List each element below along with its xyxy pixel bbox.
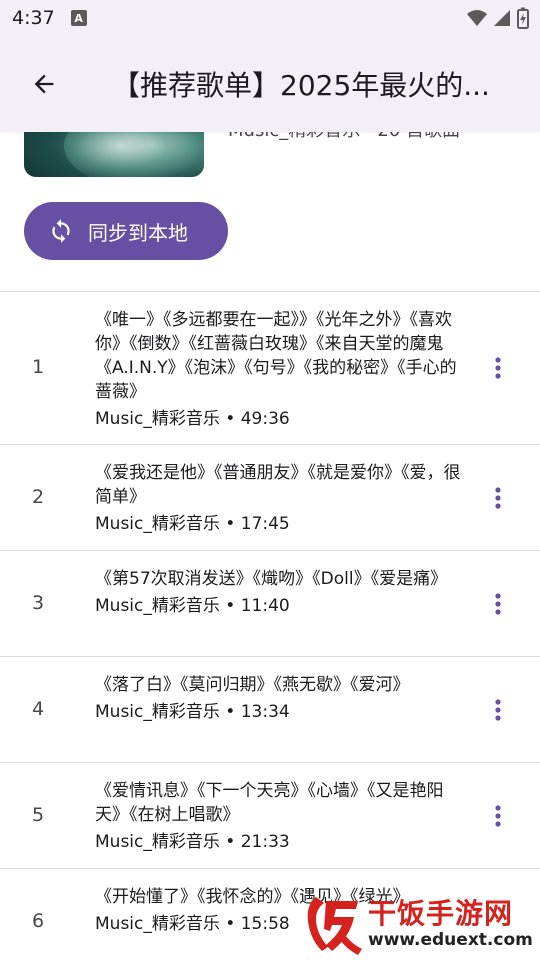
arrow-back-icon [34,74,54,94]
item-title: 《唯一》《多远都要在一起》》《光年之外》《喜欢你》《倒数》《红蔷薇白玫瑰》《来自… [95,310,457,402]
sync-button-label: 同步到本地 [88,220,188,245]
item-body: 《第57次取消发送》《熾吻》《Doll》《爱是痛》 Music_精彩音乐 • 1… [95,567,467,618]
item-body: 《爱情讯息》《下一个天亮》《心墙》《又是艳阳天》《在树上唱歌》 Music_精彩… [95,779,467,854]
more-button[interactable] [486,592,510,616]
watermark: 干饭手游网 www.eduext.com [302,888,540,960]
status-bar: 4:37 A [0,0,540,36]
item-body: 《唯一》《多远都要在一起》》《光年之外》《喜欢你》《倒数》《红蔷薇白玫瑰》《来自… [95,308,467,431]
more-button[interactable] [486,356,510,380]
item-index: 5 [31,804,45,826]
item-meta: Music_精彩音乐 • 49:36 [95,409,290,429]
watermark-logo-icon [307,897,362,955]
notification-a-icon: A [70,10,87,26]
status-icons [466,7,530,29]
more-vert-icon [495,593,501,615]
more-vert-icon [495,487,501,509]
battery-icon [517,7,529,29]
item-index: 2 [31,486,45,508]
sync-to-local-button[interactable]: 同步到本地 [24,202,228,260]
more-vert-icon [495,357,501,379]
sync-icon [52,219,70,243]
item-body: 《落了白》《莫问归期》《燕无歇》《爱河》 Music_精彩音乐 • 13:34 [95,673,467,724]
item-meta: Music_精彩音乐 • 11:40 [95,596,290,616]
watermark-text: 干饭手游网 www.eduext.com [368,897,533,951]
item-title: 《爱情讯息》《下一个天亮》《心墙》《又是艳阳天》《在树上唱歌》 [95,781,444,825]
list-item[interactable]: 5 《爱情讯息》《下一个天亮》《心墙》《又是艳阳天》《在树上唱歌》 Music_… [0,763,540,869]
page-title: 【推荐歌单】2025年最火的... [112,69,490,102]
list-item[interactable]: 2 《爱我还是他》《普通朋友》《就是爱你》《爱，很简单》 Music_精彩音乐 … [0,445,540,551]
more-vert-icon [495,805,501,827]
item-index: 3 [31,592,45,614]
item-title: 《爱我还是他》《普通朋友》《就是爱你》《爱，很简单》 [95,463,461,507]
signal-icon [494,10,510,26]
more-button[interactable] [486,804,510,828]
item-index: 4 [31,698,45,720]
item-body: 《爱我还是他》《普通朋友》《就是爱你》《爱，很简单》 Music_精彩音乐 • … [95,461,467,536]
item-meta: Music_精彩音乐 • 17:45 [95,514,290,534]
item-index: 1 [31,356,45,378]
watermark-url: www.eduext.com [368,930,533,950]
item-meta: Music_精彩音乐 • 13:34 [95,702,290,722]
item-title: 《第57次取消发送》《熾吻》《Doll》《爱是痛》 [95,569,448,589]
list-item[interactable]: 4 《落了白》《莫问归期》《燕无歇》《爱河》 Music_精彩音乐 • 13:3… [0,657,540,763]
more-button[interactable] [486,486,510,510]
status-time: 4:37 [12,7,55,29]
wifi-icon [467,10,487,26]
item-title: 《落了白》《莫问归期》《燕无歇》《爱河》 [95,675,410,695]
more-button[interactable] [486,698,510,722]
item-index: 6 [31,910,45,932]
watermark-name: 干饭手游网 [368,897,514,930]
list-item[interactable]: 1 《唯一》《多远都要在一起》》《光年之外》《喜欢你》《倒数》《红蔷薇白玫瑰》《… [0,292,540,445]
song-list: 1 《唯一》《多远都要在一起》》《光年之外》《喜欢你》《倒数》《红蔷薇白玫瑰》《… [0,292,540,960]
more-vert-icon [495,699,501,721]
top-app-bar: 【推荐歌单】2025年最火的... [0,36,540,132]
item-meta: Music_精彩音乐 • 21:33 [95,832,290,852]
list-item[interactable]: 3 《第57次取消发送》《熾吻》《Doll》《爱是痛》 Music_精彩音乐 •… [0,551,540,657]
back-button[interactable] [20,60,68,108]
